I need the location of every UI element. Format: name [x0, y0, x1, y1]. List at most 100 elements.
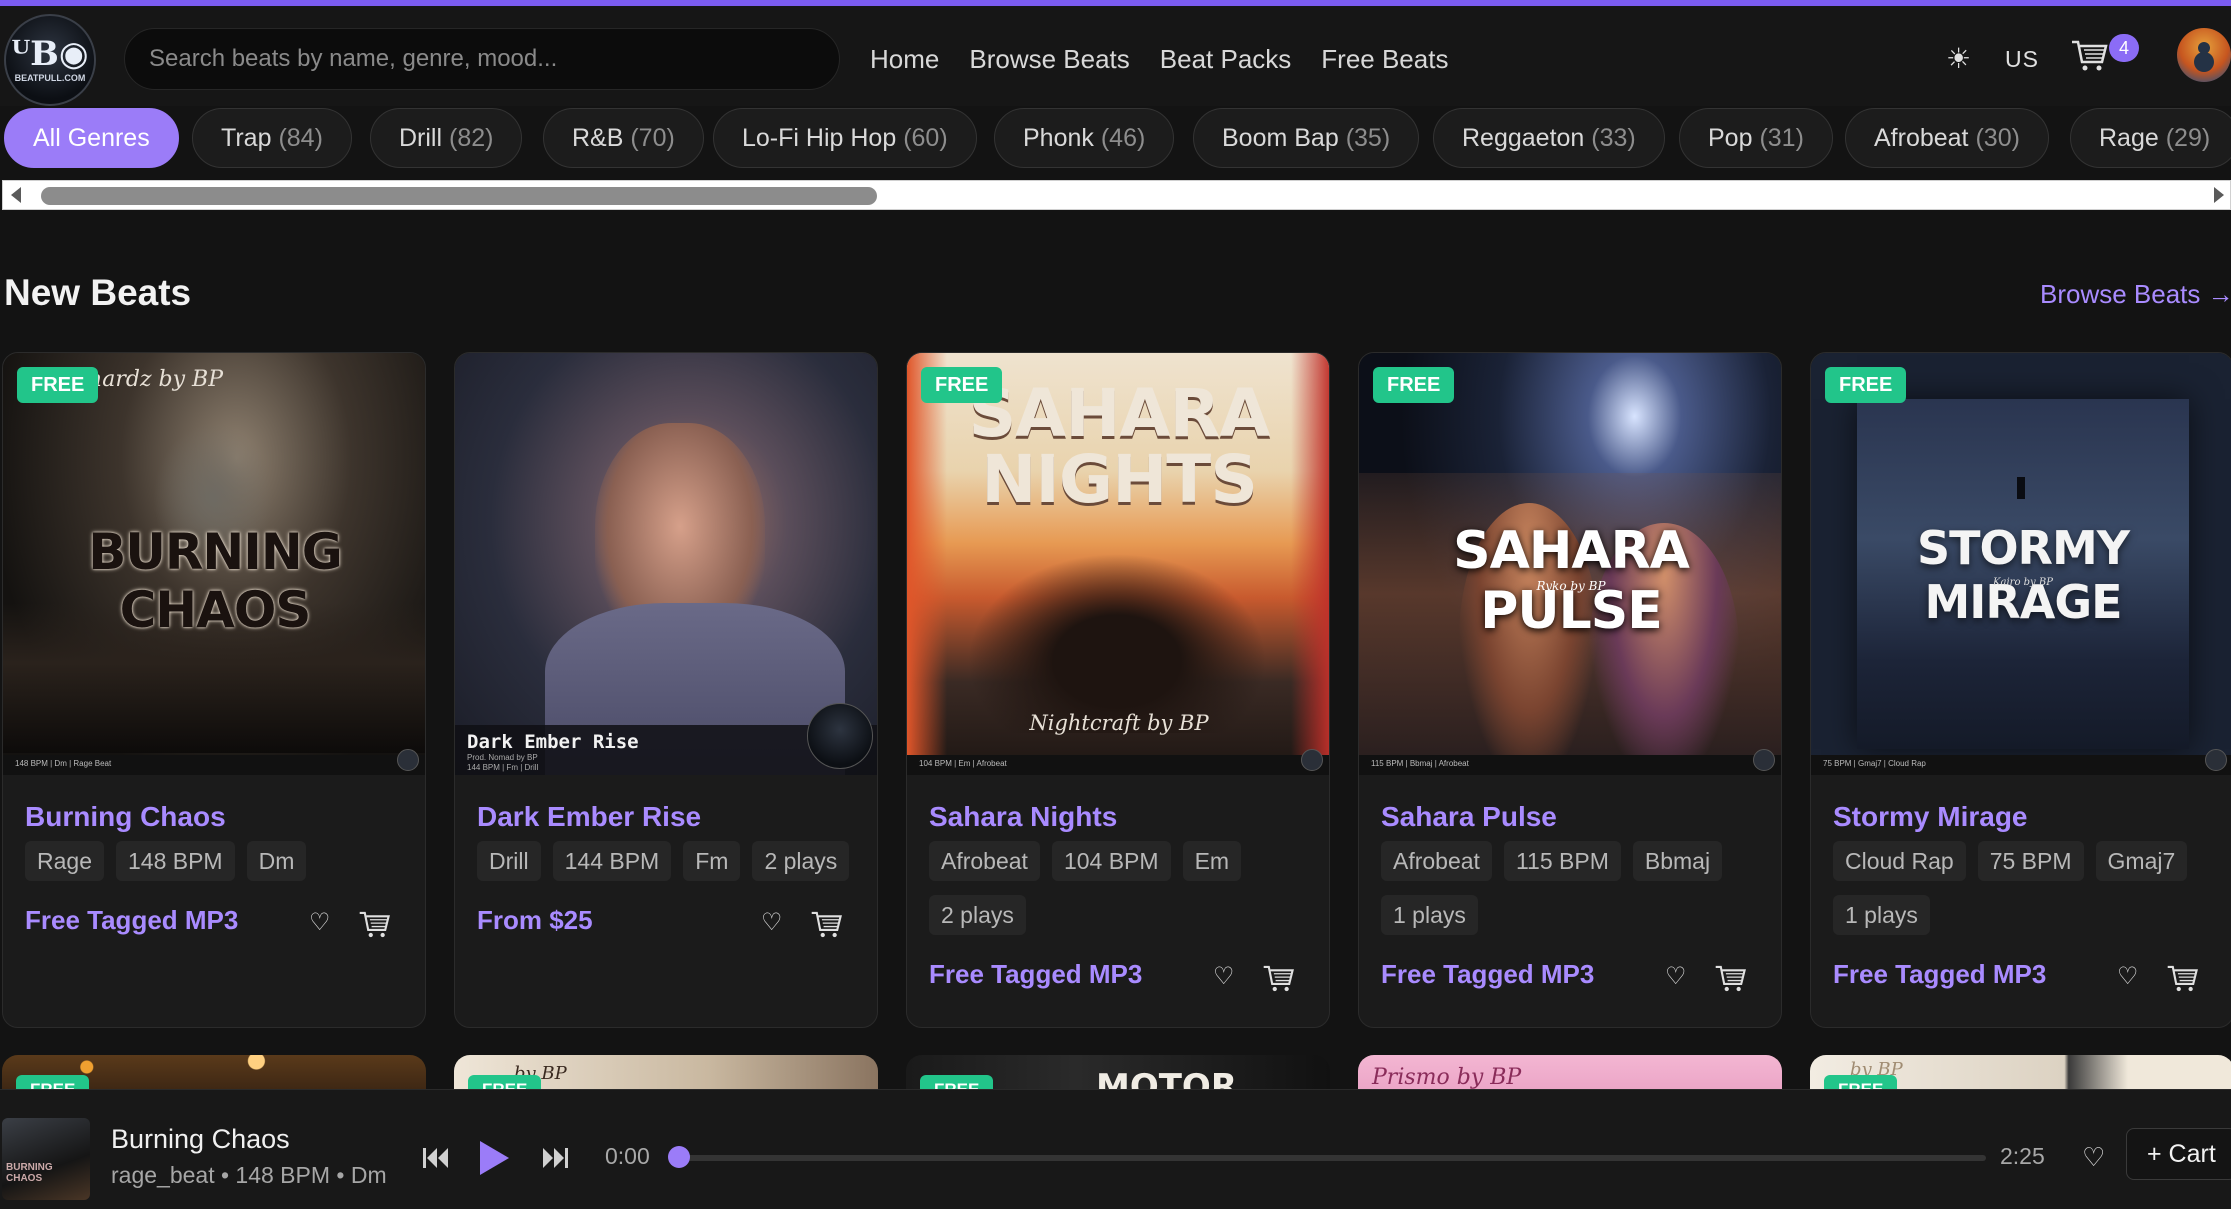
genre-label: Boom Bap: [1222, 124, 1339, 152]
genre-count: (70): [630, 124, 675, 152]
beat-cover-art[interactable]: SAHARA NIGHTS Nightcraft by BP 104 BPM |…: [907, 353, 1329, 775]
section-title: New Beats: [4, 272, 192, 313]
nav-home[interactable]: Home: [870, 44, 939, 75]
genre-chip-rage[interactable]: Rage (29): [2070, 108, 2231, 168]
player-duration: 2:25: [2000, 1143, 2045, 1169]
beat-title[interactable]: Dark Ember Rise: [477, 801, 701, 833]
tag-bpm: 144 BPM: [552, 841, 672, 881]
cover-logo-icon: [1753, 749, 1775, 771]
genre-horizontal-scrollbar[interactable]: [2, 180, 2231, 210]
genre-chip-rnb[interactable]: R&B (70): [543, 108, 704, 168]
favorite-heart-icon[interactable]: ♡: [309, 911, 333, 935]
nav-browse-beats[interactable]: Browse Beats: [969, 44, 1129, 75]
beat-cover-art[interactable]: STORMY MIRAGE Kairo by BP 75 BPM | Gmaj7…: [1811, 353, 2231, 775]
cover-strip-text: 144 BPM | Fm | Drill: [467, 763, 539, 772]
genre-chip-drill[interactable]: Drill (82): [370, 108, 523, 168]
tag-genre: Cloud Rap: [1833, 841, 1966, 881]
genre-chip-pop[interactable]: Pop (31): [1679, 108, 1833, 168]
user-avatar[interactable]: [2177, 28, 2231, 82]
beat-title[interactable]: Sahara Nights: [929, 801, 1117, 833]
play-icon[interactable]: [476, 1138, 512, 1178]
tag-plays: 2 plays: [929, 895, 1026, 935]
theme-toggle-sun-icon[interactable]: ☀: [1946, 42, 1971, 75]
beat-cover-art[interactable]: Shardz by BP BURNING CHAOS 148 BPM | Dm …: [3, 353, 425, 775]
genre-label: Trap: [221, 124, 272, 152]
add-to-cart-icon[interactable]: [358, 909, 392, 939]
beat-title[interactable]: Stormy Mirage: [1833, 801, 2028, 833]
cover-info-strip: 75 BPM | Gmaj7 | Cloud Rap: [1811, 755, 2231, 775]
beat-card[interactable]: SAHARA PULSE Ryko by BP 115 BPM | Bbmaj …: [1358, 352, 1782, 1028]
genre-chip-lofi[interactable]: Lo-Fi Hip Hop (60): [713, 108, 977, 168]
player-favorite-heart-icon[interactable]: ♡: [2082, 1142, 2105, 1173]
add-to-cart-icon[interactable]: [2166, 963, 2200, 993]
cover-info-strip: 115 BPM | Bbmaj | Afrobeat: [1359, 755, 1781, 775]
next-track-icon[interactable]: [542, 1145, 570, 1171]
beat-price: From $25: [477, 905, 593, 935]
favorite-heart-icon[interactable]: ♡: [1665, 965, 1689, 989]
add-to-cart-icon[interactable]: [1714, 963, 1748, 993]
player-progress-knob[interactable]: [668, 1146, 690, 1168]
cart-icon[interactable]: [2070, 38, 2110, 72]
tag-bpm: 115 BPM: [1503, 841, 1621, 881]
genre-count: (84): [278, 124, 323, 152]
genre-count: (60): [903, 124, 948, 152]
beat-title[interactable]: Burning Chaos: [25, 801, 226, 833]
scrollbar-thumb[interactable]: [41, 187, 877, 205]
favorite-heart-icon[interactable]: ♡: [2117, 965, 2141, 989]
nav-free-beats[interactable]: Free Beats: [1321, 44, 1448, 75]
cover-info-strip: 148 BPM | Dm | Rage Beat: [3, 755, 425, 775]
nav-beat-packs[interactable]: Beat Packs: [1160, 44, 1292, 75]
favorite-heart-icon[interactable]: ♡: [1213, 965, 1237, 989]
genre-chip-reggaeton[interactable]: Reggaeton (33): [1433, 108, 1665, 168]
tag-plays: 1 plays: [1833, 895, 1930, 935]
beat-card[interactable]: Shardz by BP BURNING CHAOS 148 BPM | Dm …: [2, 352, 426, 1028]
tag-bpm: 75 BPM: [1977, 841, 2084, 881]
scroll-left-icon[interactable]: [11, 187, 21, 203]
tag-plays: 2 plays: [752, 841, 850, 881]
site-logo[interactable]: ᵂB◉ BEATPULL.COM: [4, 14, 96, 106]
genre-label: All Genres: [33, 124, 150, 152]
genre-chip-phonk[interactable]: Phonk (46): [994, 108, 1175, 168]
cover-logo-icon: [2205, 749, 2227, 771]
tag-plays: 1 plays: [1381, 895, 1478, 935]
genre-chip-afrobeat[interactable]: Afrobeat (30): [1845, 108, 2049, 168]
genre-chip-all[interactable]: All Genres: [4, 108, 179, 168]
audio-player-bar: BURNING CHAOS Burning Chaos rage_beat • …: [0, 1089, 2231, 1209]
beat-card[interactable]: SAHARA NIGHTS Nightcraft by BP 104 BPM |…: [906, 352, 1330, 1028]
beat-cover-art[interactable]: Dark Ember Rise Prod. Nomad by BP 144 BP…: [455, 353, 877, 775]
genre-label: Rage: [2099, 124, 2159, 152]
add-to-cart-icon[interactable]: [1262, 963, 1296, 993]
favorite-heart-icon[interactable]: ♡: [761, 911, 785, 935]
cover-producer-text: Shardz by BP: [73, 367, 224, 392]
genre-count: (30): [1975, 124, 2020, 152]
beat-tags: Afrobeat 115 BPM Bbmaj 1 plays: [1381, 841, 1761, 935]
search-input[interactable]: [124, 28, 840, 90]
tag-key: Dm: [246, 841, 307, 881]
beat-cover-art[interactable]: SAHARA PULSE Ryko by BP 115 BPM | Bbmaj …: [1359, 353, 1781, 775]
genre-filter-bar: All Genres Trap (84) Drill (82) R&B (70)…: [0, 106, 2231, 176]
genre-chip-trap[interactable]: Trap (84): [192, 108, 352, 168]
genre-label: Reggaeton: [1462, 124, 1585, 152]
cover-strip-text: 104 BPM | Em | Afrobeat: [919, 759, 1007, 768]
player-add-to-cart-button[interactable]: + Cart: [2126, 1128, 2231, 1180]
beat-card[interactable]: STORMY MIRAGE Kairo by BP 75 BPM | Gmaj7…: [1810, 352, 2231, 1028]
genre-chip-boom-bap[interactable]: Boom Bap (35): [1193, 108, 1420, 168]
scroll-right-icon[interactable]: [2214, 187, 2224, 203]
logo-mark-icon: ᵂB◉: [11, 34, 89, 74]
genre-count: (82): [449, 124, 494, 152]
region-selector[interactable]: US: [2005, 46, 2039, 73]
beat-price: Free Tagged MP3: [1833, 959, 2047, 989]
tag-genre: Rage: [25, 841, 104, 881]
tag-key: Em: [1182, 841, 1242, 881]
tag-genre: Drill: [477, 841, 541, 881]
previous-track-icon[interactable]: [421, 1145, 449, 1171]
beat-card[interactable]: Dark Ember Rise Prod. Nomad by BP 144 BP…: [454, 352, 878, 1028]
cover-strip-text: 115 BPM | Bbmaj | Afrobeat: [1371, 759, 1469, 768]
browse-beats-link[interactable]: Browse Beats →: [2040, 279, 2231, 310]
genre-label: Drill: [399, 124, 443, 152]
logo-text: BEATPULL.COM: [14, 73, 86, 83]
player-progress-track[interactable]: [680, 1155, 1986, 1161]
beat-title[interactable]: Sahara Pulse: [1381, 801, 1557, 833]
add-to-cart-icon[interactable]: [810, 909, 844, 939]
player-cover-art[interactable]: BURNING CHAOS: [2, 1118, 90, 1200]
